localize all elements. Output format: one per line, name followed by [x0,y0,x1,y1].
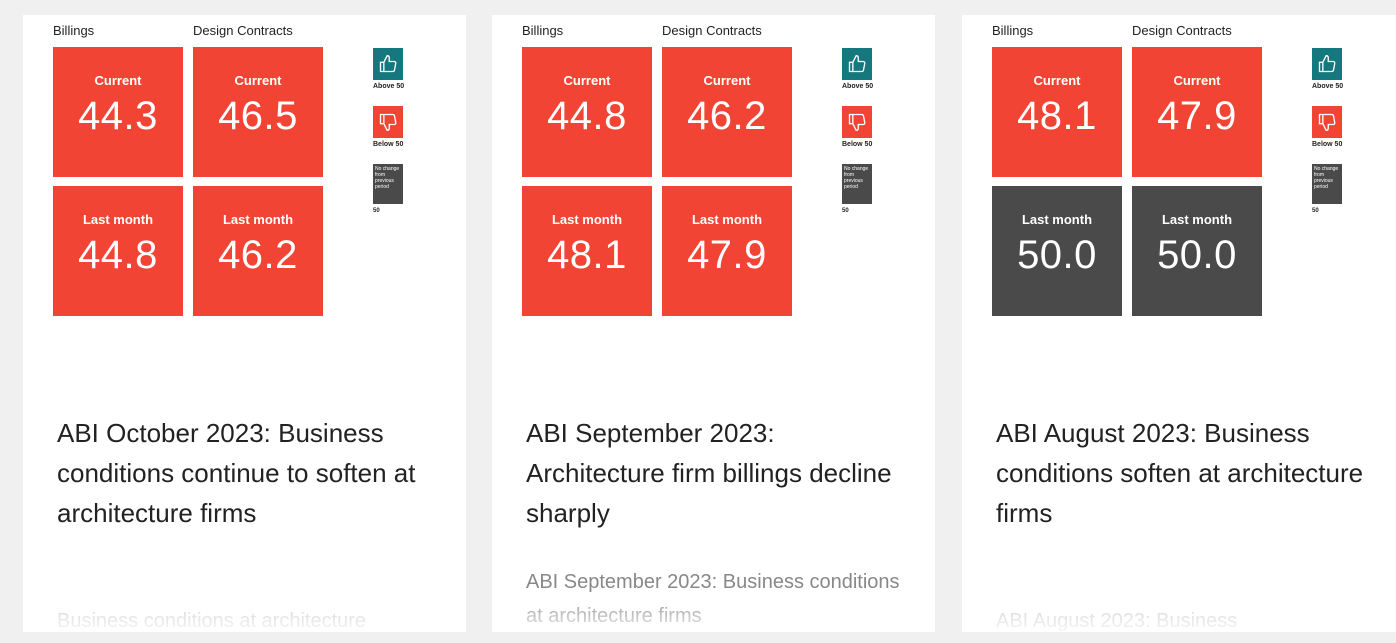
tile-value: 44.8 [78,233,158,277]
legend-no-change-swatch: No change from previous period [1312,164,1342,204]
tile-value: 48.1 [1017,94,1097,138]
tile-label: Current [1033,73,1081,88]
legend-below-label: Below 50 [842,141,873,148]
legend: Above 50 Below 50 No change from previou… [1312,48,1372,214]
tile-value: 44.3 [78,94,158,138]
legend-fifty-label: 50 [373,208,380,214]
tile-value: 47.9 [1157,94,1237,138]
tile-label: Current [703,73,751,88]
article-card-september-2023[interactable]: Billings Design Contracts Current 44.8 C… [492,15,935,632]
legend-above-label: Above 50 [373,83,405,90]
legend-below-swatch [373,106,403,138]
contracts-current-tile: Current 46.5 [193,47,323,177]
tile-value: 47.9 [687,233,767,277]
legend-below-swatch [1312,106,1342,138]
thumbs-down-icon [1318,113,1336,132]
tile-value: 46.2 [218,233,298,277]
legend: Above 50 Below 50 No change from previou… [842,48,902,214]
billings-last-month-tile: Last month 48.1 [522,186,652,316]
legend: Above 50 Below 50 No change from previou… [373,48,433,214]
tile-label: Current [563,73,611,88]
contracts-current-tile: Current 46.2 [662,47,792,177]
legend-above-label: Above 50 [842,83,874,90]
legend-below-swatch [842,106,872,138]
thumbs-down-icon [848,113,866,132]
tile-value: 48.1 [547,233,627,277]
contracts-current-tile: Current 47.9 [1132,47,1262,177]
contracts-last-month-tile: Last month 47.9 [662,186,792,316]
abi-graphic: Billings Design Contracts Current 48.1 C… [992,15,1343,325]
legend-above-swatch [373,48,403,80]
article-title[interactable]: ABI August 2023: Business conditions sof… [996,413,1386,533]
article-excerpt: Business conditions at architecture [57,610,367,632]
billings-current-tile: Current 48.1 [992,47,1122,177]
billings-current-tile: Current 44.8 [522,47,652,177]
legend-fifty-label: 50 [1312,208,1319,214]
legend-above-label: Above 50 [1312,83,1344,90]
billings-header: Billings [53,23,95,38]
tile-label: Current [234,73,282,88]
article-title[interactable]: ABI September 2023: Architecture firm bi… [526,413,916,533]
thumbs-up-icon [848,54,866,73]
thumbs-up-icon [379,54,397,73]
article-title[interactable]: ABI October 2023: Business conditions co… [57,413,447,533]
tile-value: 46.5 [218,94,298,138]
legend-fifty-label: 50 [842,208,849,214]
contracts-last-month-tile: Last month 50.0 [1132,186,1262,316]
tile-value: 44.8 [547,94,627,138]
tile-label: Last month [82,212,154,227]
billings-header: Billings [992,23,1034,38]
tile-label: Current [1173,73,1221,88]
thumbs-up-icon [1318,54,1336,73]
article-excerpt: ABI August 2023: Business [996,610,1238,632]
tile-label: Last month [1161,212,1233,227]
legend-above-swatch [1312,48,1342,80]
design-contracts-header: Design Contracts [662,23,762,38]
legend-no-change-swatch: No change from previous period [842,164,872,204]
legend-below-label: Below 50 [373,141,404,148]
legend-no-change-swatch: No change from previous period [373,164,403,204]
abi-graphic: Billings Design Contracts Current 44.3 C… [53,15,404,325]
billings-header: Billings [522,23,564,38]
billings-last-month-tile: Last month 44.8 [53,186,183,316]
tile-value: 50.0 [1157,233,1237,277]
tile-value: 50.0 [1017,233,1097,277]
article-excerpt: ABI September 2023: Business conditions … [526,571,900,627]
article-card-october-2023[interactable]: Billings Design Contracts Current 44.3 C… [23,15,466,632]
design-contracts-header: Design Contracts [193,23,293,38]
tile-label: Last month [1021,212,1093,227]
thumbs-down-icon [379,113,397,132]
abi-graphic: Billings Design Contracts Current 44.8 C… [522,15,873,325]
design-contracts-header: Design Contracts [1132,23,1232,38]
billings-last-month-tile: Last month 50.0 [992,186,1122,316]
legend-below-label: Below 50 [1312,141,1343,148]
tile-label: Current [94,73,142,88]
article-card-august-2023[interactable]: Billings Design Contracts Current 48.1 C… [962,15,1396,632]
tile-label: Last month [222,212,294,227]
billings-current-tile: Current 44.3 [53,47,183,177]
tile-label: Last month [551,212,623,227]
contracts-last-month-tile: Last month 46.2 [193,186,323,316]
tile-value: 46.2 [687,94,767,138]
legend-above-swatch [842,48,872,80]
tile-label: Last month [691,212,763,227]
